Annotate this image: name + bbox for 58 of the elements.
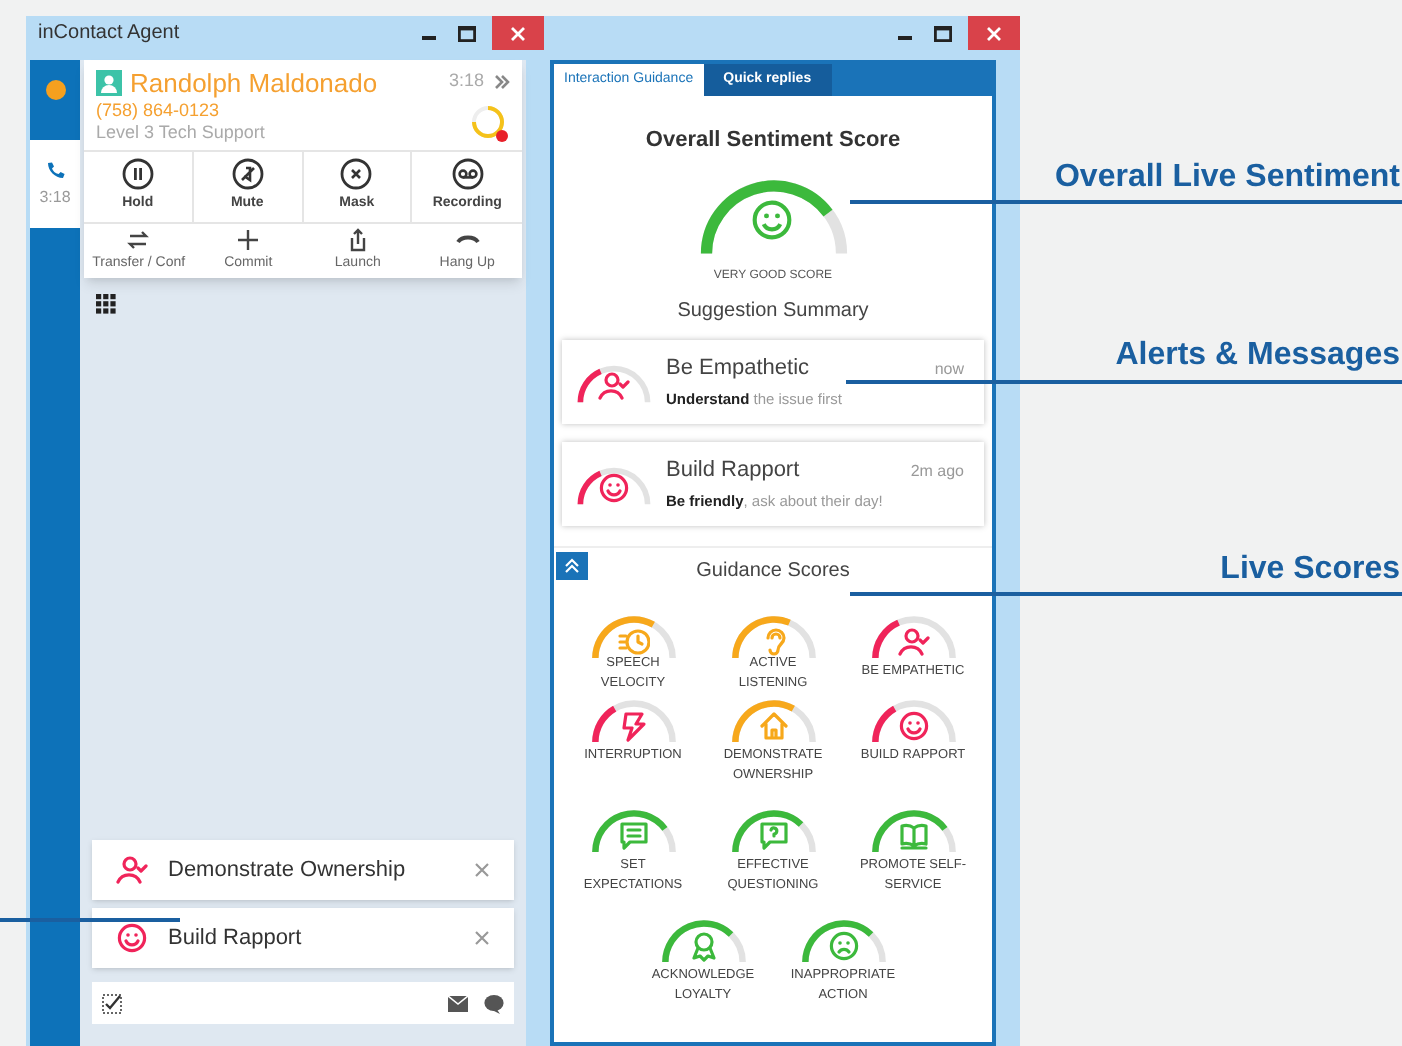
contact-name: Randolph Maldonado [130, 68, 378, 98]
mask-icon [340, 158, 373, 190]
person-check-icon [116, 854, 148, 886]
maximize-icon[interactable] [934, 25, 952, 41]
notification-card[interactable]: Demonstrate Ownership [92, 840, 514, 900]
person-check-icon [598, 369, 630, 401]
checkbox-icon[interactable] [102, 993, 122, 1013]
phone-icon [45, 159, 65, 179]
alert-time: now [934, 357, 964, 382]
sad-face-icon [827, 929, 859, 961]
callout-label: Alerts & Messages [1115, 338, 1400, 372]
close-icon[interactable] [474, 930, 490, 946]
section-title: Guidance Scores [696, 557, 850, 585]
double-chevron-up-icon [564, 557, 580, 573]
share-icon [345, 227, 370, 251]
progress-ring-icon [470, 103, 510, 143]
book-icon [897, 819, 929, 851]
plus-icon [236, 227, 261, 251]
house-icon [757, 709, 789, 741]
avatar-icon [96, 70, 122, 96]
mail-icon[interactable] [448, 995, 468, 1011]
person-check-icon [897, 625, 929, 657]
callout-label: Live Scores [1220, 552, 1400, 586]
alert-title: Be Empathetic [666, 353, 810, 384]
transfer-icon [126, 227, 151, 251]
collapse-button[interactable] [556, 551, 588, 579]
call-time: 3:18 [39, 185, 71, 209]
close-icon [986, 25, 1002, 41]
lightning-icon [617, 709, 649, 741]
pause-icon [121, 158, 154, 190]
smiley-icon [598, 471, 630, 503]
window-title: inContact Agent [36, 20, 180, 48]
voicemail-icon [451, 158, 484, 190]
section-title: Overall Sentiment Score [645, 126, 901, 156]
close-icon [510, 25, 526, 41]
contact-phone: (758) 864-0123 [96, 100, 222, 122]
close-button[interactable] [968, 16, 1020, 50]
contact-queue: Level 3 Tech Support [96, 122, 267, 144]
smiley-icon [116, 922, 148, 954]
question-bubble-icon [757, 819, 789, 851]
alert-title: Build Rapport [666, 455, 800, 486]
notification-card[interactable]: Build Rapport [92, 908, 514, 968]
dialpad-icon[interactable] [96, 294, 116, 314]
section-title: Suggestion Summary [677, 297, 869, 325]
close-button[interactable] [492, 16, 544, 50]
maximize-icon[interactable] [458, 25, 476, 41]
close-icon[interactable] [474, 862, 490, 878]
callout-label: Overall Live Sentiment [1054, 160, 1400, 194]
list-bubble-icon [617, 819, 649, 851]
double-chevron-icon[interactable] [494, 73, 510, 90]
chat-icon[interactable] [484, 993, 504, 1013]
clock-icon [617, 625, 649, 657]
mute-icon [231, 158, 264, 190]
alert-time: 2m ago [910, 459, 964, 484]
smiley-icon [897, 709, 929, 741]
smiley-icon [749, 197, 793, 241]
ribbon-icon [687, 929, 719, 961]
contact-timer: 3:18 [448, 68, 484, 94]
